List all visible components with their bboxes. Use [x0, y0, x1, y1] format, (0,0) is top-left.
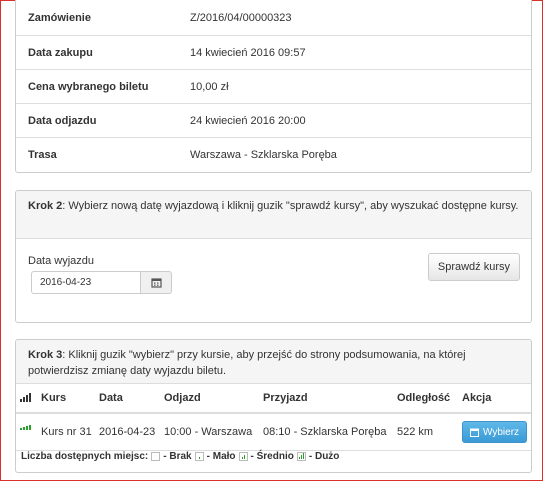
step2-panel: Krok 2: Wybierz nową datę wyjazdową i kl…	[15, 190, 532, 323]
purchase-date-value: 14 kwiecień 2016 09:57	[190, 46, 306, 59]
courses-table: Kurs Data Odjazd Przyjazd Odległość Akcj…	[16, 384, 531, 451]
choose-course-label: Wybierz	[483, 426, 520, 438]
course-header: Kurs	[41, 384, 99, 414]
legend-many: - Dużo	[308, 451, 340, 462]
action-cell: Wybierz	[462, 413, 531, 451]
availability-none-icon	[151, 452, 161, 461]
course-departure: 10:00 - Warszawa	[164, 413, 263, 451]
course-date: 2016-04-23	[99, 413, 164, 451]
legend-title: Liczba dostępnych miejsc:	[21, 451, 149, 462]
step3-panel: Krok 3: Kliknij guzik "wybierz" przy kur…	[15, 339, 532, 473]
arrival-header: Przyjazd	[263, 384, 397, 414]
departure-date-value: 24 kwiecień 2016 20:00	[190, 114, 306, 127]
step2-instructions: Krok 2: Wybierz nową datę wyjazdową i kl…	[16, 191, 531, 239]
ticket-price-value: 10,00 zł	[190, 80, 229, 93]
distance-header: Odległość	[397, 384, 462, 414]
calendar-button[interactable]	[141, 271, 172, 294]
date-picker: 2016-04-23	[31, 271, 172, 294]
course-name: Kurs nr 31	[41, 413, 99, 451]
order-number-label: Zamówienie	[28, 11, 91, 24]
availability-medium-icon	[238, 452, 248, 461]
departure-date-input[interactable]: 2016-04-23	[31, 271, 141, 294]
availability-cell	[16, 413, 41, 451]
order-row-purchase-date: Data zakupu 14 kwiecień 2016 09:57	[16, 35, 531, 69]
action-header: Akcja	[462, 384, 531, 414]
order-details-table: Zamówienie Z/2016/04/00000323 Data zakup…	[15, 0, 532, 173]
purchase-date-label: Data zakupu	[28, 46, 93, 59]
departure-header: Odjazd	[164, 384, 263, 414]
legend-none: - Brak	[163, 451, 192, 462]
calendar-icon	[150, 278, 162, 288]
legend-medium: - Średnio	[250, 451, 294, 462]
step3-instructions: Krok 3: Kliknij guzik "wybierz" przy kur…	[16, 340, 531, 384]
step2-label: Krok 2	[28, 200, 63, 212]
step2-text: : Wybierz nową datę wyjazdową i kliknij …	[62, 200, 519, 212]
step3-text: : Kliknij guzik "wybierz" przy kursie, a…	[28, 349, 466, 377]
date-header: Data	[99, 384, 164, 414]
signal-bars-icon	[20, 392, 31, 402]
order-row-ticket-price: Cena wybranego biletu 10,00 zł	[16, 69, 531, 103]
route-label: Trasa	[28, 148, 57, 161]
course-arrival: 08:10 - Szklarska Poręba	[263, 413, 397, 451]
course-row: Kurs nr 31 2016-04-23 10:00 - Warszawa 0…	[16, 413, 531, 451]
order-number-value: Z/2016/04/00000323	[190, 11, 292, 24]
departure-date-field-label: Data wyjazdu	[28, 255, 95, 267]
order-row-route: Trasa Warszawa - Szklarska Poręba	[16, 137, 531, 171]
legend-few: - Mało	[206, 451, 236, 462]
route-value: Warszawa - Szklarska Poręba	[190, 148, 337, 161]
departure-date-label: Data odjazdu	[28, 114, 97, 127]
calendar-icon	[470, 428, 479, 437]
check-courses-button[interactable]: Sprawdź kursy	[427, 253, 520, 281]
courses-header-row: Kurs Data Odjazd Przyjazd Odległość Akcj…	[16, 384, 531, 414]
availability-legend: Liczba dostępnych miejsc: - Brak - Mało …	[21, 451, 339, 462]
availability-many-icon	[296, 452, 306, 461]
availability-few-icon	[194, 452, 204, 461]
order-row-number: Zamówienie Z/2016/04/00000323	[16, 1, 531, 34]
ticket-price-label: Cena wybranego biletu	[28, 80, 149, 93]
step3-label: Krok 3	[28, 349, 63, 361]
order-row-departure-date: Data odjazdu 24 kwiecień 2016 20:00	[16, 103, 531, 137]
availability-header	[16, 384, 41, 414]
choose-course-button[interactable]: Wybierz	[462, 421, 528, 443]
course-distance: 522 km	[397, 413, 462, 451]
availability-high-icon	[20, 420, 31, 430]
